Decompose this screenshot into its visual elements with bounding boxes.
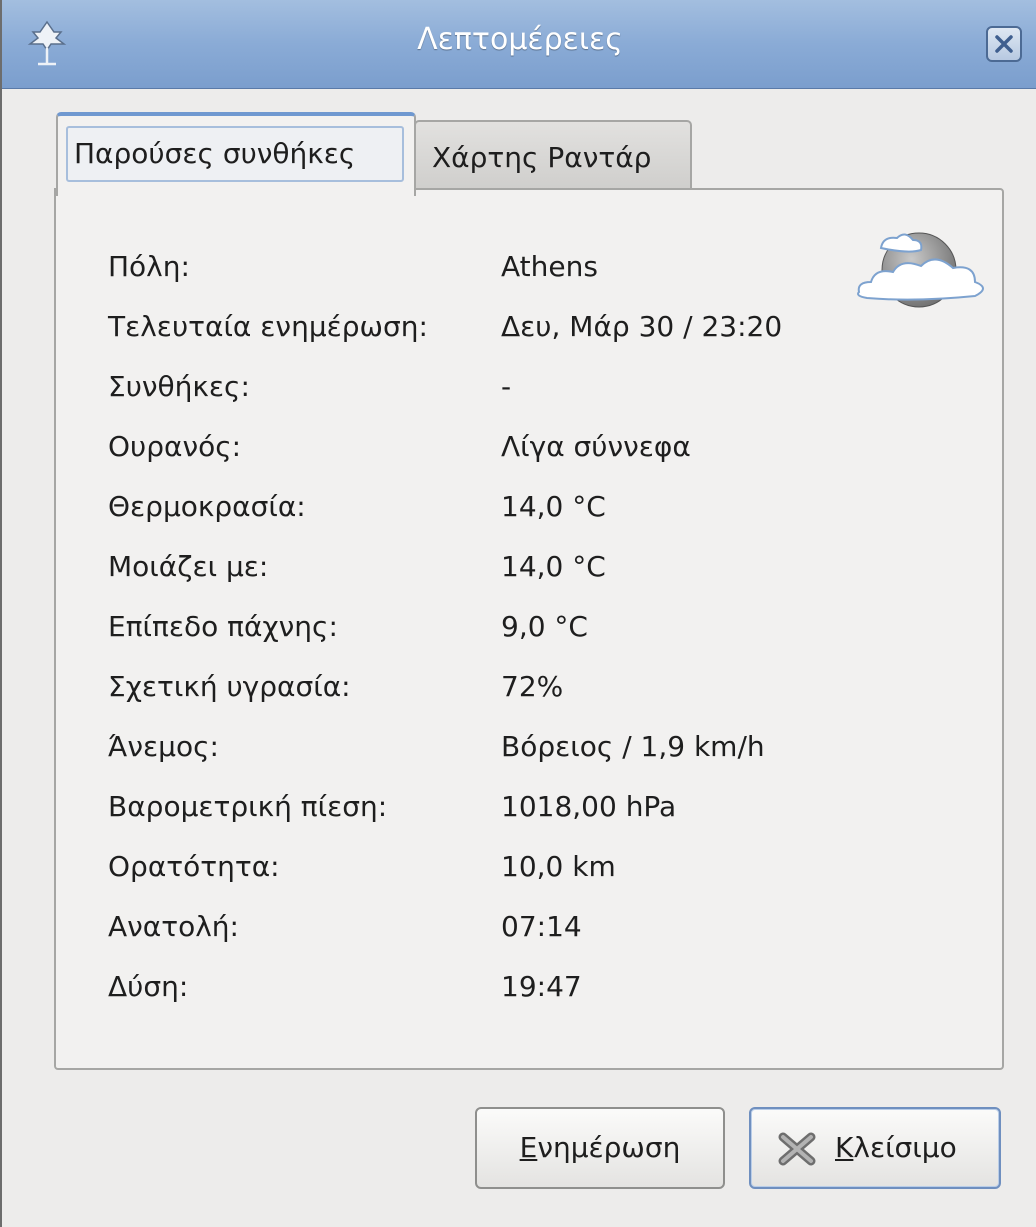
detail-value: 19:47 [501, 970, 582, 1003]
moon-cloud-icon [857, 232, 984, 308]
detail-value: Athens [501, 250, 598, 283]
detail-value: Βόρειος / 1,9 km/h [501, 730, 765, 763]
detail-label: Μοιάζει με: [108, 550, 269, 583]
close-button-label: λείσιμο [853, 1131, 957, 1164]
detail-label: Ανατολή: [108, 910, 239, 943]
detail-value: 72% [501, 670, 564, 703]
detail-value: 1018,00 hPa [501, 790, 677, 823]
close-icon [995, 35, 1013, 53]
update-button[interactable]: Ενημέρωση [475, 1107, 725, 1189]
close-x-icon [778, 1132, 816, 1166]
current-conditions-panel: Πόλη: Athens Τελευταία ενημέρωση: Δευ, Μ… [54, 188, 1004, 1070]
window-close-button[interactable] [986, 26, 1022, 62]
detail-label: Ορατότητα: [108, 850, 280, 883]
detail-label: Τελευταία ενημέρωση: [108, 310, 428, 343]
detail-label: Βαρομετρική πίεση: [108, 790, 388, 823]
detail-label: Πόλη: [108, 250, 190, 283]
detail-value: 14,0 °C [501, 490, 606, 523]
detail-value: 9,0 °C [501, 610, 588, 643]
detail-value: - [501, 370, 512, 403]
close-button[interactable]: Κλείσιμο [749, 1107, 1001, 1189]
detail-value: Λίγα σύννεφα [501, 430, 691, 463]
detail-label: Άνεμος: [108, 730, 219, 763]
detail-label: Συνθήκες: [108, 370, 250, 403]
update-button-label: νημέρωση [537, 1131, 681, 1164]
details-dialog: Λεπτομέρειες Παρούσες συνθήκες Χάρτης Ρα… [0, 0, 1036, 1227]
window-title: Λεπτομέρειες [417, 22, 623, 57]
detail-label: Ουρανός: [108, 430, 242, 463]
detail-value: 07:14 [501, 910, 582, 943]
tab-current-conditions[interactable]: Παρούσες συνθήκες [56, 112, 416, 196]
detail-label: Σχετική υγρασία: [108, 670, 351, 703]
title-bar[interactable]: Λεπτομέρειες [2, 0, 1036, 89]
detail-label: Επίπεδο πάχνης: [108, 610, 338, 643]
detail-value: 10,0 km [501, 850, 616, 883]
update-button-mnemonic: Ε [519, 1131, 538, 1164]
tab-current-conditions-label: Παρούσες συνθήκες [66, 126, 404, 182]
detail-label: Θερμοκρασία: [108, 490, 306, 523]
detail-value: Δευ, Μάρ 30 / 23:20 [501, 310, 783, 343]
close-button-mnemonic: Κ [835, 1131, 854, 1164]
detail-value: 14,0 °C [501, 550, 606, 583]
tab-radar-map[interactable]: Χάρτης Ραντάρ [414, 120, 692, 190]
detail-label: Δύση: [108, 970, 189, 1003]
close-button-text: Κλείσιμο [835, 1109, 957, 1187]
